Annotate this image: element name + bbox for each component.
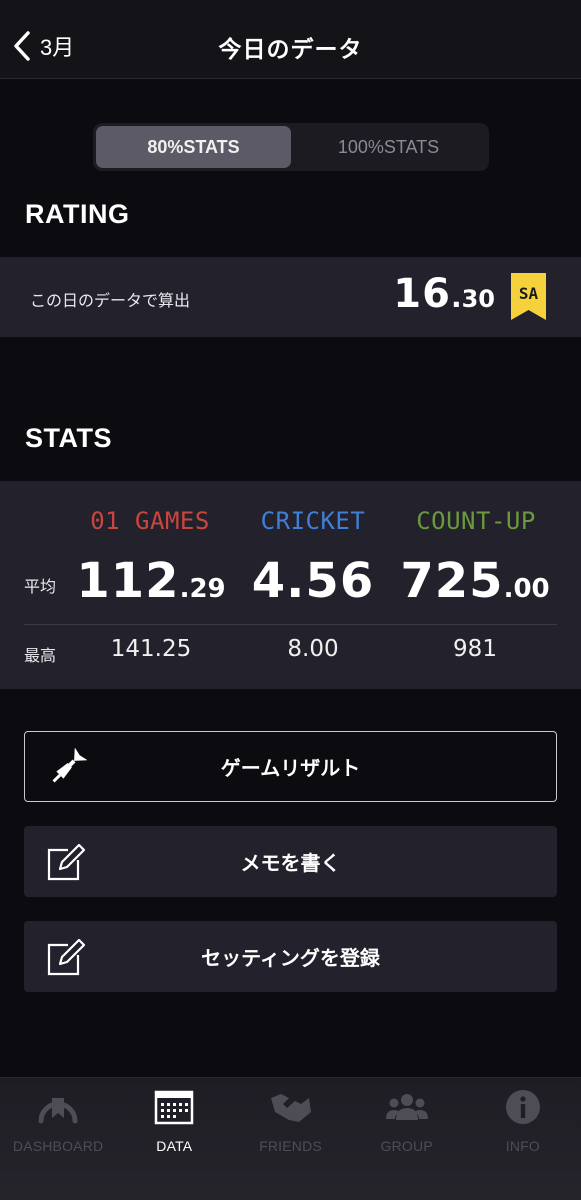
- tab-label-friends: FRIENDS: [259, 1138, 322, 1154]
- rating-value: 16 . 30: [393, 271, 495, 317]
- col-head-count-up: COUNT-UP: [416, 507, 536, 535]
- col-head-cricket: CRICKET: [260, 507, 366, 535]
- avg-count-up-integer: 725: [400, 553, 504, 609]
- write-memo-label: メモを書く: [240, 853, 341, 875]
- rating-value-integer: 16: [393, 271, 451, 317]
- average-row-label: 平均: [24, 579, 57, 596]
- tab-label-group: GROUP: [380, 1138, 433, 1154]
- avg-01-games-integer: 112: [76, 553, 180, 609]
- best-row-label: 最高: [24, 648, 57, 665]
- dashboard-icon: [36, 1088, 80, 1131]
- info-icon: [503, 1088, 543, 1131]
- avg-cricket: 4.56: [223, 553, 403, 609]
- best-01-games: 141.25: [110, 636, 192, 662]
- tab-friends[interactable]: FRIENDS: [232, 1078, 348, 1200]
- tab-group[interactable]: GROUP: [349, 1078, 465, 1200]
- rating-panel: この日のデータで算出 16 . 30: [0, 257, 581, 337]
- segment-80-stats[interactable]: 80%STATS: [96, 126, 291, 168]
- tab-data[interactable]: DATA: [116, 1078, 232, 1200]
- calendar-icon: [154, 1088, 194, 1131]
- avg-count-up-decimal: .00: [503, 574, 550, 604]
- rank-badge: SA: [511, 273, 546, 326]
- tab-label-data: DATA: [156, 1138, 193, 1154]
- dart-icon: [47, 747, 88, 794]
- stats-panel: 01 GAMES CRICKET COUNT-UP 平均 112.29 4.56…: [0, 481, 581, 689]
- game-result-label: ゲームリザルト: [220, 758, 361, 780]
- stats-mode-segmented-control: 80%STATS 100%STATS: [93, 123, 489, 171]
- stats-divider: [24, 624, 557, 625]
- tab-info[interactable]: INFO: [465, 1078, 581, 1200]
- write-memo-button[interactable]: メモを書く: [24, 826, 557, 897]
- best-count-up: 981: [453, 636, 497, 662]
- best-cricket: 8.00: [287, 636, 339, 662]
- register-setting-label: セッティングを登録: [201, 948, 380, 970]
- register-setting-button[interactable]: セッティングを登録: [24, 921, 557, 992]
- edit-icon: [46, 842, 86, 888]
- segment-100-stats[interactable]: 100%STATS: [291, 126, 486, 168]
- rank-badge-label: SA: [519, 284, 539, 303]
- handshake-icon: [269, 1088, 313, 1131]
- avg-01-games: 112.29: [61, 553, 241, 609]
- top-navigation-bar: 3月 今日のデータ: [0, 0, 581, 79]
- game-result-button[interactable]: ゲームリザルト: [24, 731, 557, 802]
- bottom-tab-bar: DASHBOARD DATA FRIENDS GROUP INFO: [0, 1077, 581, 1200]
- avg-count-up: 725.00: [385, 553, 565, 609]
- rating-value-point: .: [450, 281, 462, 314]
- group-icon: [385, 1088, 429, 1131]
- avg-01-games-decimal: .29: [179, 574, 226, 604]
- tab-label-info: INFO: [505, 1138, 541, 1154]
- page-title: 今日のデータ: [218, 36, 363, 62]
- tab-dashboard[interactable]: DASHBOARD: [0, 1078, 116, 1200]
- rating-section-title: RATING: [25, 199, 130, 229]
- col-head-01-games: 01 GAMES: [90, 507, 210, 535]
- edit-icon: [46, 937, 86, 983]
- avg-cricket-value: 4.56: [251, 553, 375, 609]
- stats-section-title: STATS: [25, 423, 112, 453]
- tab-label-dashboard: DASHBOARD: [12, 1138, 104, 1154]
- rating-caption: この日のデータで算出: [30, 293, 191, 310]
- rating-value-decimal: 30: [461, 285, 495, 313]
